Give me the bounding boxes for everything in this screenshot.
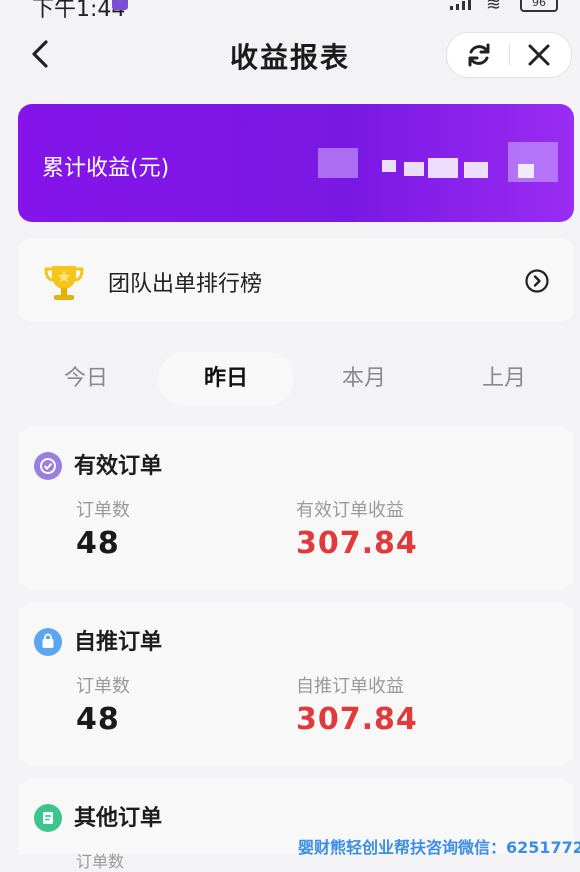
nav-bar: 收益报表 — [0, 22, 580, 86]
order-card-title: 有效订单 — [74, 454, 163, 479]
status-bar: 下午1:44 ≋ 96 — [0, 0, 580, 22]
order-count-label: 订单数 — [76, 500, 130, 521]
order-count-label: 订单数 — [76, 676, 130, 697]
tab-last-month[interactable]: 上月 — [436, 352, 572, 406]
document-icon — [34, 804, 62, 832]
order-income-label: 自推订单收益 — [296, 676, 404, 697]
watermark-text: 婴财熊轻创业帮扶咨询微信：625177219 — [298, 838, 580, 857]
refresh-icon — [468, 43, 490, 67]
order-income-label: 有效订单收益 — [296, 500, 404, 521]
app-notification-icon — [112, 0, 128, 10]
close-icon — [528, 44, 550, 66]
team-ranking-label: 团队出单排行榜 — [108, 272, 263, 297]
trophy-icon — [44, 266, 84, 300]
chevron-right-circle-icon — [525, 269, 549, 293]
order-income-value: 307.84 — [296, 526, 418, 561]
order-income-value: 307.84 — [296, 702, 418, 737]
order-count-value: 48 — [76, 526, 120, 561]
tab-yesterday[interactable]: 昨日 — [158, 352, 294, 406]
wifi-icon: ≋ — [486, 0, 502, 15]
period-tabs: 今日 昨日 本月 上月 — [18, 352, 574, 406]
order-count-label: 订单数 — [76, 852, 125, 871]
order-card-title: 自推订单 — [74, 630, 163, 655]
order-card-title: 其他订单 — [74, 806, 163, 831]
self-referral-orders-card: 自推订单 订单数 48 自推订单收益 307.84 — [18, 602, 574, 766]
team-ranking-card[interactable]: 团队出单排行榜 — [18, 238, 574, 322]
close-button[interactable] — [517, 37, 561, 73]
bag-icon — [34, 628, 62, 656]
tab-today[interactable]: 今日 — [18, 352, 154, 406]
tab-this-month[interactable]: 本月 — [296, 352, 432, 406]
battery-icon: 96 — [520, 0, 558, 12]
order-count-value: 48 — [76, 702, 120, 737]
cumulative-earnings-label: 累计收益(元) — [42, 156, 170, 181]
refresh-button[interactable] — [457, 37, 501, 73]
check-circle-icon — [34, 452, 62, 480]
signal-icon — [450, 0, 471, 10]
valid-orders-card: 有效订单 订单数 48 有效订单收益 307.84 — [18, 426, 574, 590]
cumulative-earnings-card: 累计收益(元) — [18, 104, 574, 222]
capsule-divider — [509, 45, 510, 65]
blurred-earnings-value — [308, 134, 570, 196]
mini-program-capsule — [446, 32, 572, 78]
